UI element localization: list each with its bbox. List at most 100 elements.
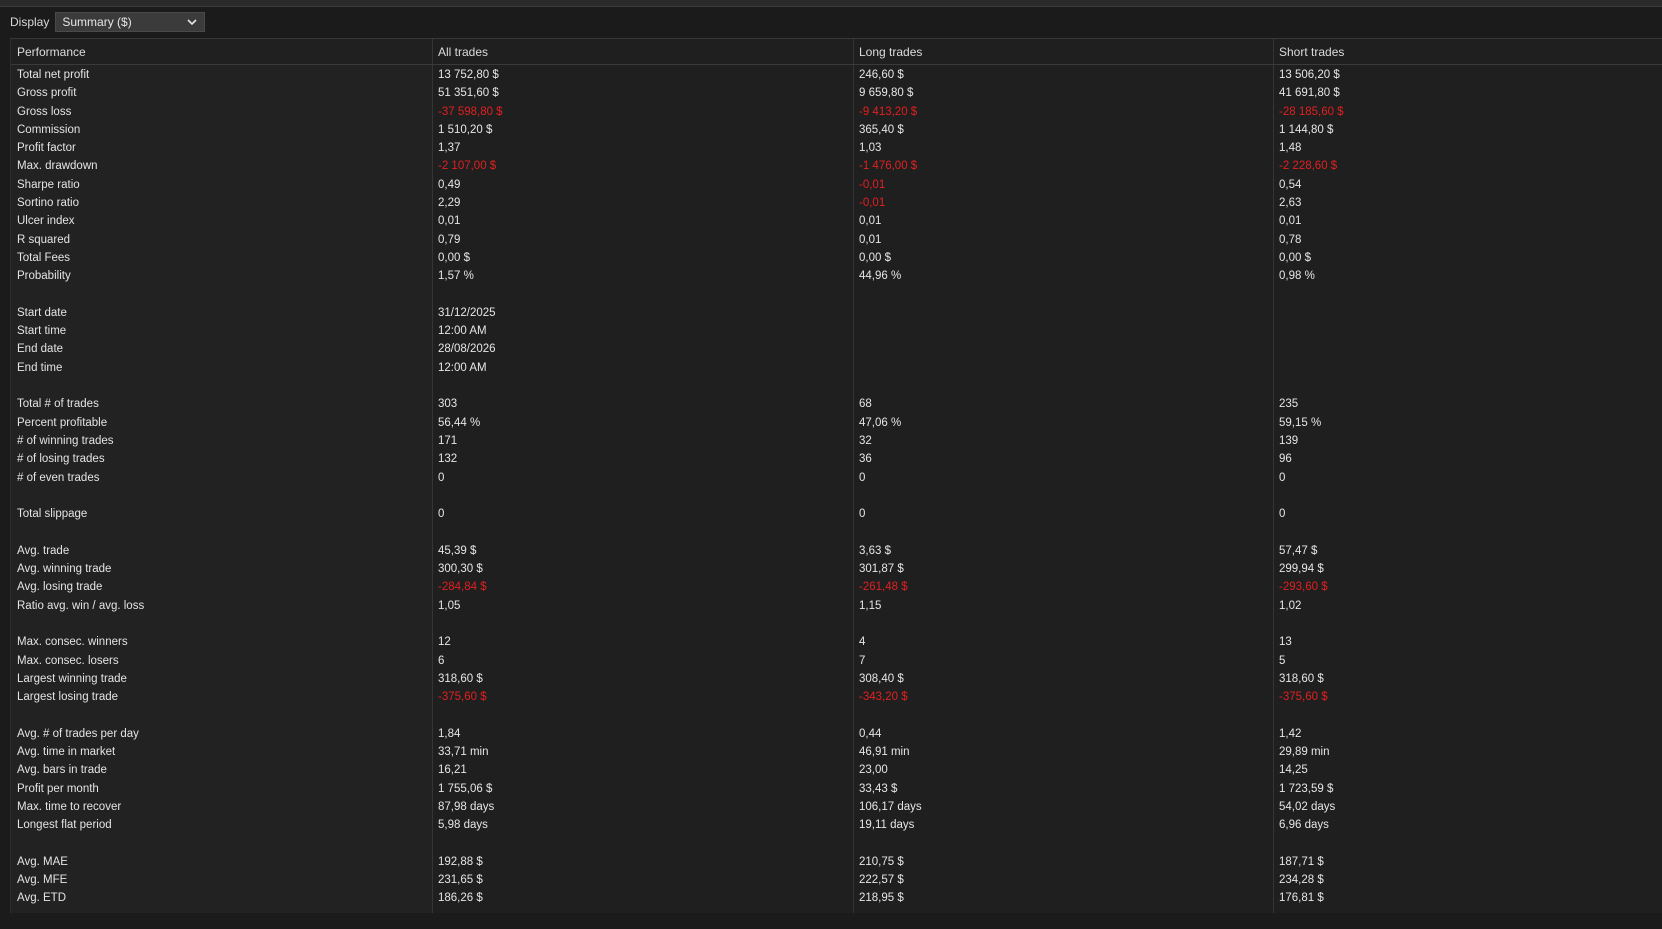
table-row[interactable]: Max. consec. losers 6 7 5: [11, 652, 1662, 670]
table-row[interactable]: Total # of trades 303 68 235: [11, 395, 1662, 413]
short-trades-value: 14,25: [1279, 764, 1308, 777]
table-row[interactable]: Avg. winning trade 300,30 $ 301,87 $ 299,94…: [11, 560, 1662, 578]
row-label: Start time: [17, 325, 67, 338]
table-row[interactable]: R squared 0,79 0,01 0,78: [11, 231, 1662, 249]
row-label: R squared: [17, 233, 71, 246]
all-trades-value: 12:00 AM: [438, 361, 487, 374]
table-row[interactable]: Percent profitable 56,44 % 47,06 % 59,15 %: [11, 414, 1662, 432]
table-row[interactable]: [11, 286, 1662, 304]
table-row[interactable]: [11, 377, 1662, 395]
header-short-trades[interactable]: Short trades: [1273, 39, 1662, 65]
long-trades-value: 0: [859, 508, 866, 521]
table-row[interactable]: Start date 31/12/2025: [11, 304, 1662, 322]
short-trades-value: [1273, 286, 1662, 304]
table-row[interactable]: Sortino ratio 2,29 -0,01 2,63: [11, 194, 1662, 212]
row-label: Gross loss: [17, 105, 72, 118]
table-row[interactable]: Total slippage 0 0 0: [11, 505, 1662, 523]
all-trades-value: 186,26 $: [438, 892, 483, 905]
short-trades-value: 0,54: [1279, 178, 1302, 191]
display-select[interactable]: Summary ($): [55, 12, 206, 32]
top-border: [0, 0, 1662, 7]
table-row[interactable]: Avg. MFE 231,65 $ 222,57 $ 234,28 $: [11, 871, 1662, 889]
table-row[interactable]: Commission 1 510,20 $ 365,40 $ 1 144,80 $: [11, 121, 1662, 139]
table-row[interactable]: Avg. trade 45,39 $ 3,63 $ 57,47 $: [11, 542, 1662, 560]
table-row[interactable]: Gross profit 51 351,60 $ 9 659,80 $ 41 691,…: [11, 84, 1662, 102]
short-trades-value: 139: [1279, 434, 1299, 447]
table-row[interactable]: Ulcer index 0,01 0,01 0,01: [11, 212, 1662, 230]
header-long-trades[interactable]: Long trades: [853, 39, 1273, 65]
table-row[interactable]: Largest losing trade -375,60 $ -343,20 $ -3…: [11, 688, 1662, 706]
table-row[interactable]: [11, 834, 1662, 852]
table-row[interactable]: Profit factor 1,37 1,03 1,48: [11, 139, 1662, 157]
row-label: Total slippage: [17, 508, 88, 521]
long-trades-value: -9 413,20 $: [859, 105, 918, 118]
table-row[interactable]: Profit per month 1 755,06 $ 33,43 $ 1 723,5…: [11, 780, 1662, 798]
table-row[interactable]: Total net profit 13 752,80 $ 246,60 $ 13 50…: [11, 66, 1662, 84]
row-label: Avg. bars in trade: [17, 764, 107, 777]
table-row[interactable]: Start time 12:00 AM: [11, 322, 1662, 340]
all-trades-value: 318,60 $: [438, 672, 483, 685]
row-label: Largest losing trade: [17, 691, 119, 704]
table-row[interactable]: # of winning trades 171 32 139: [11, 432, 1662, 450]
short-trades-value: 0: [1279, 471, 1286, 484]
all-trades-value: 16,21: [438, 764, 467, 777]
long-trades-value: [853, 377, 1273, 395]
all-trades-value: [432, 377, 853, 395]
row-label: Max. drawdown: [17, 160, 98, 173]
table-row[interactable]: Max. consec. winners 12 4 13: [11, 633, 1662, 651]
long-trades-value: 106,17 days: [859, 800, 922, 813]
table-row[interactable]: Total Fees 0,00 $ 0,00 $ 0,00 $: [11, 249, 1662, 267]
table-row[interactable]: Gross loss -37 598,80 $ -9 413,20 $ -28 185…: [11, 103, 1662, 121]
long-trades-value: 3,63 $: [859, 544, 891, 557]
short-trades-value: [1273, 487, 1662, 505]
long-trades-value: 1,15: [859, 599, 882, 612]
long-trades-value: 33,43 $: [859, 782, 898, 795]
short-trades-value: 0,98 %: [1279, 270, 1315, 283]
table-row[interactable]: [11, 523, 1662, 541]
table-row[interactable]: # of losing trades 132 36 96: [11, 450, 1662, 468]
row-label: Probability: [17, 270, 71, 283]
table-row[interactable]: Avg. MAE 192,88 $ 210,75 $ 187,71 $: [11, 853, 1662, 871]
row-label: Gross profit: [17, 87, 77, 100]
table-row[interactable]: Longest flat period 5,98 days 19,11 days 6,…: [11, 816, 1662, 834]
header-all-trades[interactable]: All trades: [432, 39, 853, 65]
short-trades-value: 6,96 days: [1279, 819, 1329, 832]
row-label: [11, 834, 432, 852]
short-trades-value: [1273, 377, 1662, 395]
all-trades-value: -284,84 $: [438, 581, 487, 594]
short-trades-value: 234,28 $: [1279, 874, 1324, 887]
table-row[interactable]: # of even trades 0 0 0: [11, 469, 1662, 487]
short-trades-value: -2 228,60 $: [1279, 160, 1338, 173]
table-row[interactable]: Largest winning trade 318,60 $ 308,40 $ 318…: [11, 670, 1662, 688]
short-trades-value: [1273, 834, 1662, 852]
all-trades-value: 0,49: [438, 178, 461, 191]
table-row[interactable]: Max. time to recover 87,98 days 106,17 day…: [11, 798, 1662, 816]
long-trades-value: [853, 340, 1273, 358]
row-label: Avg. losing trade: [17, 581, 103, 594]
long-trades-value: 4: [859, 636, 866, 649]
table-row[interactable]: Avg. losing trade -284,84 $ -261,48 $ -293,…: [11, 578, 1662, 596]
table-row[interactable]: [11, 487, 1662, 505]
table-row[interactable]: End time 12:00 AM: [11, 359, 1662, 377]
short-trades-value: 0,00 $: [1279, 251, 1311, 264]
table-row[interactable]: [11, 706, 1662, 724]
table-row[interactable]: Max. drawdown -2 107,00 $ -1 476,00 $ -2 22…: [11, 157, 1662, 175]
table-row[interactable]: End date 28/08/2026: [11, 340, 1662, 358]
table-row[interactable]: [11, 615, 1662, 633]
table-row[interactable]: Avg. bars in trade 16,21 23,00 14,25: [11, 761, 1662, 779]
table-row[interactable]: Ratio avg. win / avg. loss 1,05 1,15 1,02: [11, 597, 1662, 615]
table-row[interactable]: Sharpe ratio 0,49 -0,01 0,54: [11, 176, 1662, 194]
row-label: # of losing trades: [17, 453, 105, 466]
long-trades-value: 210,75 $: [859, 855, 904, 868]
table-row[interactable]: Avg. ETD 186,26 $ 218,95 $ 176,81 $: [11, 889, 1662, 907]
table-row[interactable]: Avg. time in market 33,71 min 46,91 min 29,…: [11, 743, 1662, 761]
short-trades-value: [1273, 706, 1662, 724]
long-trades-value: 0,01: [859, 215, 882, 228]
all-trades-value: 0: [438, 471, 445, 484]
table-row[interactable]: Avg. # of trades per day 1,84 0,44 1,42: [11, 725, 1662, 743]
display-select-value: Summary ($): [62, 15, 132, 29]
row-label: Avg. MFE: [17, 874, 68, 887]
table-row[interactable]: Probability 1,57 % 44,96 % 0,98 %: [11, 267, 1662, 285]
header-performance[interactable]: Performance: [11, 39, 432, 65]
short-trades-value: [1273, 340, 1662, 358]
